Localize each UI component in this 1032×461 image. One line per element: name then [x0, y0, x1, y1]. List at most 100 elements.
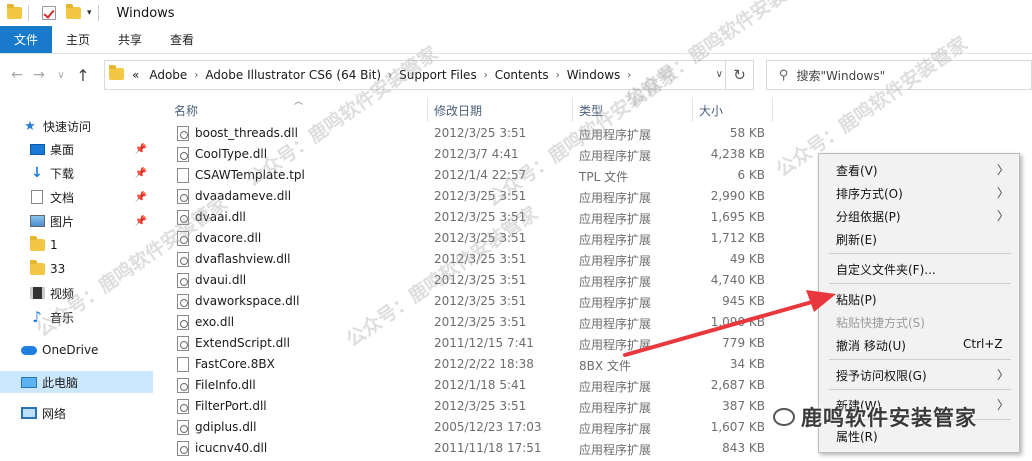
breadcrumb-adobe[interactable]: Adobe: [144, 68, 192, 82]
column-header-name[interactable]: 名称: [174, 102, 198, 119]
file-row[interactable]: boost_threads.dll 2012/3/25 3:51 应用程序扩展 58 …: [160, 123, 780, 144]
menu-item-view[interactable]: 查看(V) 〉: [819, 158, 1019, 180]
sidebar-item-documents[interactable]: 文档 📌: [0, 186, 153, 208]
menu-item-shortcut: Ctrl+Z: [963, 337, 1003, 351]
file-row[interactable]: CSAWTemplate.tpl 2012/1/4 22:57 TPL 文件 6 KB: [160, 165, 780, 186]
file-row[interactable]: gdiplus.dll 2005/12/23 17:03 应用程序扩展 1,607 K…: [160, 417, 780, 438]
file-row[interactable]: dvaui.dll 2012/3/25 3:51 应用程序扩展 4,740 KB: [160, 270, 780, 291]
address-dropdown-icon[interactable]: ∨: [716, 69, 723, 80]
pin-icon[interactable]: 📌: [135, 168, 147, 179]
dll-file-icon: [177, 336, 189, 351]
file-date: 2005/12/23 17:03: [434, 420, 542, 434]
column-divider[interactable]: [427, 98, 428, 122]
file-row[interactable]: dvacore.dll 2012/3/25 3:51 应用程序扩展 1,712 KB: [160, 228, 780, 249]
menu-item-paste[interactable]: 粘贴(P): [819, 287, 1019, 309]
dll-file-icon: [177, 399, 189, 414]
properties-check-icon[interactable]: [41, 5, 57, 21]
file-row[interactable]: icucnv40.dll 2011/11/18 17:51 应用程序扩展 843 KB: [160, 438, 780, 459]
column-header-size[interactable]: 大小: [699, 102, 723, 119]
sidebar-item-pictures[interactable]: 图片 📌: [0, 210, 153, 232]
chevron-right-icon[interactable]: ›: [625, 70, 633, 81]
file-row[interactable]: FastCore.8BX 2012/2/22 18:38 8BX 文件 34 KB: [160, 354, 780, 375]
window-title: Windows: [116, 5, 175, 21]
file-row[interactable]: exo.dll 2012/3/25 3:51 应用程序扩展 1,090 KB: [160, 312, 780, 333]
file-name: FilterPort.dll: [195, 399, 267, 413]
chevron-right-icon[interactable]: ›: [192, 70, 200, 81]
breadcrumb-contents[interactable]: Contents: [490, 68, 554, 82]
recent-locations-chevron-icon[interactable]: ∨: [50, 70, 72, 81]
file-size: 6 KB: [737, 168, 765, 182]
menu-item-label: 排序方式(O): [836, 187, 903, 201]
up-arrow-icon[interactable]: ↑: [72, 66, 94, 85]
menu-item-sort-by[interactable]: 排序方式(O) 〉: [819, 181, 1019, 203]
file-row[interactable]: ExtendScript.dll 2011/12/15 7:41 应用程序扩展 779…: [160, 333, 780, 354]
breadcrumb-illustrator[interactable]: Adobe Illustrator CS6 (64 Bit): [200, 68, 386, 82]
sidebar-item-music[interactable]: ♪ 音乐: [0, 306, 153, 328]
breadcrumb-overflow[interactable]: «: [124, 68, 144, 82]
dll-file-icon: [177, 441, 189, 456]
title-bar: ▾ Windows: [0, 0, 1032, 26]
file-row[interactable]: CoolType.dll 2012/3/7 4:41 应用程序扩展 4,238 KB: [160, 144, 780, 165]
column-divider[interactable]: [572, 98, 573, 122]
file-size: 945 KB: [722, 294, 765, 308]
sidebar-item-folder-33[interactable]: 33: [0, 258, 153, 280]
sidebar-item-videos[interactable]: 视频: [0, 282, 153, 304]
tab-share[interactable]: 共享: [104, 26, 156, 53]
quick-access-dropdown-icon[interactable]: ▾: [87, 8, 92, 18]
sidebar-item-this-pc[interactable]: 此电脑: [0, 371, 153, 393]
folder-icon[interactable]: [6, 4, 22, 21]
chevron-right-icon[interactable]: ›: [554, 70, 562, 81]
column-divider[interactable]: [692, 98, 693, 122]
back-arrow-icon[interactable]: ←: [6, 67, 28, 83]
file-row[interactable]: FilterPort.dll 2012/3/25 3:51 应用程序扩展 387 KB: [160, 396, 780, 417]
tab-view[interactable]: 查看: [156, 26, 208, 53]
sidebar-item-network[interactable]: 网络: [0, 402, 153, 424]
column-header-type[interactable]: 类型: [579, 102, 603, 119]
new-folder-icon[interactable]: [65, 4, 81, 21]
navigation-bar: ← → ∨ ↑ « Adobe › Adobe Illustrator CS6 …: [0, 60, 1032, 90]
file-row[interactable]: dvaflashview.dll 2012/3/25 3:51 应用程序扩展 49 K…: [160, 249, 780, 270]
pin-icon[interactable]: 📌: [135, 144, 147, 155]
pin-icon[interactable]: 📌: [135, 192, 147, 203]
chevron-right-icon[interactable]: ›: [482, 70, 490, 81]
menu-item-group-by[interactable]: 分组依据(P) 〉: [819, 204, 1019, 226]
dll-file-icon: [177, 378, 189, 393]
column-divider[interactable]: [772, 98, 773, 122]
tab-home[interactable]: 主页: [52, 26, 104, 53]
column-header-date[interactable]: 修改日期: [434, 102, 482, 119]
file-name: dvaadameve.dll: [195, 189, 292, 203]
search-input[interactable]: ⚲ 搜索"Windows": [766, 60, 1032, 90]
breadcrumb-windows[interactable]: Windows: [562, 68, 626, 82]
file-type: 应用程序扩展: [579, 149, 652, 163]
forward-arrow-icon[interactable]: →: [28, 67, 50, 83]
file-type: 应用程序扩展: [579, 317, 652, 331]
file-row[interactable]: dvaai.dll 2012/3/25 3:51 应用程序扩展 1,695 KB: [160, 207, 780, 228]
file-name: dvaworkspace.dll: [195, 294, 300, 308]
file-size: 2,687 KB: [710, 378, 765, 392]
file-name: exo.dll: [195, 315, 235, 329]
menu-item-refresh[interactable]: 刷新(E): [819, 227, 1019, 249]
chevron-right-icon: 〉: [996, 368, 1009, 382]
menu-item-give-access[interactable]: 授予访问权限(G) 〉: [819, 363, 1019, 385]
chevron-right-icon[interactable]: ›: [386, 70, 394, 81]
sidebar-item-quick-access[interactable]: ★ 快速访问: [0, 115, 153, 137]
tab-file[interactable]: 文件: [0, 26, 53, 53]
file-row[interactable]: FileInfo.dll 2012/1/18 5:41 应用程序扩展 2,687 KB: [160, 375, 780, 396]
file-name: dvaai.dll: [195, 210, 246, 224]
file-name: CSAWTemplate.tpl: [195, 168, 305, 182]
file-date: 2012/3/25 3:51: [434, 252, 527, 266]
menu-separator: [829, 253, 1011, 254]
sidebar-item-onedrive[interactable]: OneDrive: [0, 339, 153, 361]
pin-icon[interactable]: 📌: [135, 216, 147, 227]
menu-item-undo-move[interactable]: 撤消 移动(U) Ctrl+Z: [819, 333, 1019, 355]
address-bar[interactable]: « Adobe › Adobe Illustrator CS6 (64 Bit)…: [104, 60, 754, 90]
sidebar-item-downloads[interactable]: ↓ 下载 📌: [0, 162, 153, 184]
sidebar-item-folder-1[interactable]: 1: [0, 234, 153, 256]
file-row[interactable]: dvaworkspace.dll 2012/3/25 3:51 应用程序扩展 945 …: [160, 291, 780, 312]
file-row[interactable]: dvaadameve.dll 2012/3/25 3:51 应用程序扩展 2,990 …: [160, 186, 780, 207]
breadcrumb-support-files[interactable]: Support Files: [394, 68, 482, 82]
refresh-icon[interactable]: ↻: [725, 61, 753, 89]
menu-item-customize-folder[interactable]: 自定义文件夹(F)...: [819, 257, 1019, 279]
sidebar-item-desktop[interactable]: 桌面 📌: [0, 138, 153, 160]
pictures-icon: [29, 213, 45, 229]
